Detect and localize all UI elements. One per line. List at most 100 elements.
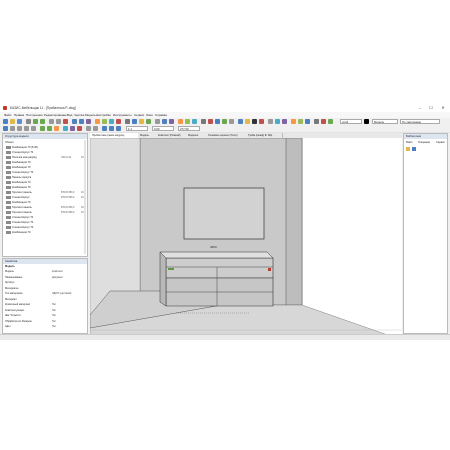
settings-icon[interactable] xyxy=(125,119,130,124)
tree-item[interactable]: Стенка Корпус 70 xyxy=(6,226,33,230)
arc-icon[interactable] xyxy=(17,126,22,131)
close-button[interactable]: ✕ xyxy=(438,105,448,111)
array-icon[interactable] xyxy=(63,126,68,131)
save-icon[interactable] xyxy=(17,119,22,124)
tree-root[interactable]: Объект xyxy=(5,141,14,145)
library-tab-service[interactable]: Сервис xyxy=(436,141,445,144)
property-row[interactable]: Материал xyxy=(5,298,85,302)
extend-icon[interactable] xyxy=(77,126,82,131)
tree-item[interactable]: Комбинация 70 xyxy=(6,186,30,190)
minimize-button[interactable]: – xyxy=(415,105,425,111)
hatch-icon[interactable] xyxy=(275,119,280,124)
move-icon[interactable] xyxy=(40,126,45,131)
rect-icon[interactable] xyxy=(31,126,36,131)
menu-help[interactable]: Справка xyxy=(155,113,167,117)
line-icon[interactable] xyxy=(10,126,15,131)
snap-icon[interactable] xyxy=(169,119,174,124)
tree-item[interactable]: Горизонт.панель 876,8×350,0 16 xyxy=(6,206,84,210)
tree-item[interactable]: Комбинация 70 xyxy=(6,181,30,185)
grid-icon[interactable] xyxy=(162,119,167,124)
menu-tools[interactable]: Инструменты xyxy=(113,113,132,117)
insert-icon[interactable] xyxy=(305,119,310,124)
light-icon[interactable] xyxy=(139,119,144,124)
tree-item[interactable]: Комбинация 70 xyxy=(6,201,30,205)
property-row[interactable]: Кромочный материал Нет xyxy=(5,303,85,307)
cut-icon[interactable] xyxy=(49,119,54,124)
layers-icon[interactable] xyxy=(155,119,160,124)
menu-window[interactable]: Окно xyxy=(146,113,153,117)
menu-edit[interactable]: Правка xyxy=(14,113,24,117)
material-icon[interactable] xyxy=(95,119,100,124)
coord-field[interactable]: 0,00 xyxy=(152,126,174,131)
zoom-out-icon[interactable] xyxy=(79,119,84,124)
layer-field[interactable]: слой xyxy=(340,119,362,124)
menu-drawing[interactable]: Чертёж xyxy=(74,113,84,117)
redo-icon[interactable] xyxy=(40,119,45,124)
scale-field[interactable]: 1:1 xyxy=(126,126,148,131)
props-icon[interactable] xyxy=(328,119,333,124)
panel-icon[interactable] xyxy=(102,119,107,124)
filter-icon[interactable] xyxy=(229,119,234,124)
chamfer-icon[interactable] xyxy=(93,126,98,131)
print-icon[interactable] xyxy=(26,119,31,124)
tree-item[interactable]: Комбинация 70 xyxy=(6,231,30,235)
dimension-icon[interactable] xyxy=(282,119,287,124)
property-row[interactable]: Артикул xyxy=(5,281,85,285)
measure-icon[interactable] xyxy=(146,119,151,124)
copy-obj-icon[interactable] xyxy=(47,126,52,131)
tree-item[interactable]: Горизонт.панель 876,8×350,0 16 xyxy=(6,211,84,215)
property-row[interactable]: Модель Комплект xyxy=(5,270,85,274)
marker-icon[interactable] xyxy=(259,119,264,124)
snap-point-icon[interactable] xyxy=(102,126,107,131)
tree-item[interactable]: Комбинация 70 xyxy=(6,166,30,170)
tree-item[interactable]: Стенка Корпус 70 xyxy=(6,221,33,225)
property-row[interactable]: Комплектующие Нет xyxy=(5,309,85,313)
report-icon[interactable] xyxy=(178,119,183,124)
property-row[interactable]: Обработка по Раскрою Нет xyxy=(5,320,85,324)
menu-service[interactable]: Сервис xyxy=(134,113,144,117)
model-viewport[interactable]: 4800 xyxy=(90,138,402,340)
polar-icon[interactable] xyxy=(116,126,121,131)
tree-scrollbar[interactable] xyxy=(84,140,86,254)
check-icon[interactable] xyxy=(222,119,227,124)
tree-item[interactable]: Стенка Корпус 70 xyxy=(6,216,33,220)
sync-icon[interactable] xyxy=(238,119,243,124)
model-select[interactable]: Модель xyxy=(372,119,398,124)
select-icon[interactable] xyxy=(3,126,8,131)
tree-item[interactable]: Полочка ниж.разряд 700,0×10 16 xyxy=(6,156,84,160)
block-icon[interactable] xyxy=(298,119,303,124)
star-icon[interactable] xyxy=(245,119,250,124)
library-add-icon[interactable] xyxy=(412,147,416,151)
tree-item[interactable]: Комбинация 70 (8.30) xyxy=(6,146,38,150)
property-row[interactable]: Наименование Документ xyxy=(5,276,85,280)
render-icon[interactable] xyxy=(132,119,137,124)
new-icon[interactable] xyxy=(3,119,8,124)
tree-item[interactable]: Комбинация 70 xyxy=(6,161,30,165)
sheet-select[interactable]: По умолчанию xyxy=(400,119,440,124)
copy-icon[interactable] xyxy=(56,119,61,124)
open-icon[interactable] xyxy=(10,119,15,124)
menu-file[interactable]: Файл xyxy=(4,113,11,117)
property-row[interactable]: Шаг Точности Нет xyxy=(5,314,85,318)
zoom-field[interactable]: 277,00 xyxy=(178,126,200,131)
menu-editing[interactable]: Редактирование xyxy=(44,113,67,117)
text-icon[interactable] xyxy=(268,119,273,124)
zoom-in-icon[interactable] xyxy=(72,119,77,124)
export-icon[interactable] xyxy=(185,119,190,124)
undo-icon[interactable] xyxy=(33,119,38,124)
tree-item[interactable]: Горизонт.панель 876,8×350,0 16 xyxy=(6,191,84,195)
maximize-button[interactable]: ☐ xyxy=(426,105,436,111)
property-row[interactable]: Цвет Нет xyxy=(5,325,85,329)
linetype-icon[interactable] xyxy=(321,119,326,124)
info-icon[interactable] xyxy=(215,119,220,124)
help-icon[interactable] xyxy=(201,119,206,124)
menu-view[interactable]: Вид xyxy=(67,113,72,117)
color-icon[interactable] xyxy=(314,119,319,124)
tree-item[interactable]: Стенка Корпус 876,8×350,0 16 xyxy=(6,196,84,200)
rotate-icon[interactable] xyxy=(86,119,91,124)
view-3d-icon[interactable] xyxy=(109,119,114,124)
circle-icon[interactable] xyxy=(24,126,29,131)
delete-icon[interactable] xyxy=(116,119,121,124)
stop-icon[interactable] xyxy=(208,119,213,124)
library-tab-file[interactable]: Файл xyxy=(406,141,412,144)
